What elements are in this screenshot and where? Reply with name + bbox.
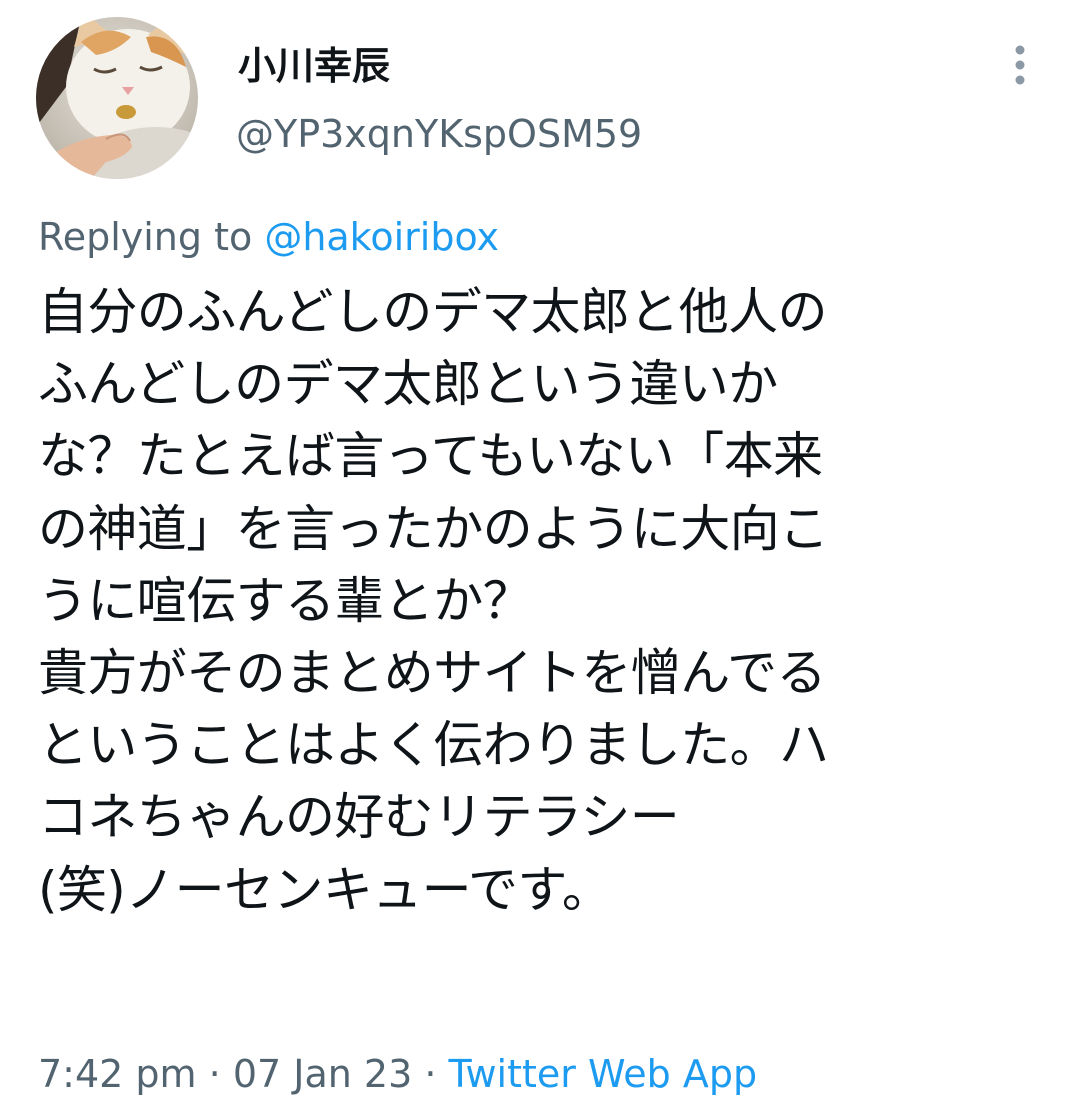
tweet-line: 貴方がそのまとめサイトを憎んでる xyxy=(38,644,827,703)
more-options-button[interactable] xyxy=(1000,40,1040,90)
tweet-metadata: 7:42 pm · 07 Jan 23 · Twitter Web App xyxy=(38,1048,757,1100)
tweet-line: 自分のふんどしのデマ太郎と他人の xyxy=(38,283,828,341)
tweet-line: うに喧伝する輩とか？ xyxy=(38,571,533,630)
tweet-date[interactable]: 07 Jan 23 xyxy=(233,1052,412,1096)
replying-to: Replying to @hakoiribox xyxy=(38,212,499,262)
reply-handle-link[interactable]: @hakoiribox xyxy=(264,215,499,259)
display-name[interactable]: 小川幸辰 xyxy=(238,42,390,90)
replying-to-label: Replying to xyxy=(38,215,265,259)
cat-photo-avatar-icon xyxy=(36,17,198,179)
tweet-line: (笑)ノーセンキューです。 xyxy=(38,860,612,919)
tweet: 小川幸辰 @YP3xqnYKspOSM59 Replying to @hakoi… xyxy=(0,0,1080,1109)
tweet-line: な？たとえば言ってもいない「本来 xyxy=(38,427,823,486)
user-handle[interactable]: @YP3xqnYKspOSM59 xyxy=(236,110,642,158)
separator-dot: · xyxy=(196,1052,233,1096)
more-vertical-icon xyxy=(1015,45,1025,85)
tweet-time[interactable]: 7:42 pm xyxy=(38,1052,197,1096)
tweet-line: ふんどしのデマ太郎という違いか xyxy=(38,355,778,414)
tweet-text: 自分のふんどしのデマ太郎と他人の ふんどしのデマ太郎という違いか な？たとえば言って… xyxy=(38,276,1068,926)
separator-dot: · xyxy=(412,1052,449,1096)
tweet-line: ということはよく伝わりました。ハ xyxy=(38,716,829,775)
tweet-line: の神道」を言ったかのように大向こ xyxy=(38,499,829,558)
tweet-source-link[interactable]: Twitter Web App xyxy=(449,1052,758,1096)
tweet-line: コネちゃんの好むリテラシー xyxy=(38,788,680,847)
avatar[interactable] xyxy=(36,17,198,179)
